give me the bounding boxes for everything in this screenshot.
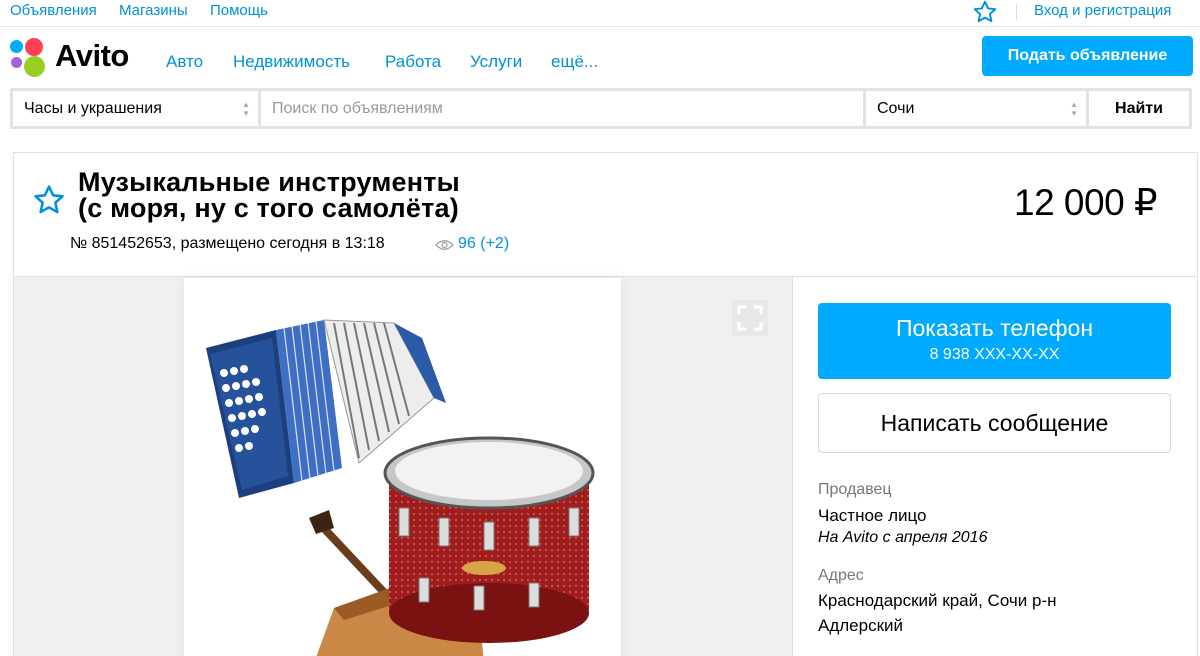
logo-dot-red [25, 38, 43, 56]
logo-text: Avito [55, 38, 129, 73]
category-value: Часы и украшения [24, 100, 162, 117]
nav-auto[interactable]: Авто [166, 52, 203, 72]
search-input[interactable]: Поиск по объявлениям [261, 91, 863, 126]
write-message-button[interactable]: Написать сообщение [818, 393, 1171, 453]
listing-price: 12 000 ₽ [1014, 182, 1158, 223]
favorite-star-icon[interactable] [32, 183, 66, 217]
listing-meta: № 851452653, размещено сегодня в 13:18 [70, 235, 385, 252]
logo-dot-green [24, 56, 45, 77]
city-select[interactable]: Сочи ▲ ▼ [866, 91, 1086, 126]
logo-dot-purple [11, 57, 22, 68]
listing-title: Музыкальные инструменты (с моря, ну с то… [78, 167, 598, 223]
logo-dot-blue [10, 40, 23, 53]
seller-since: На Avito с апреля 2016 [818, 529, 988, 546]
seller-name[interactable]: Частное лицо [818, 506, 927, 526]
login-link[interactable]: Вход и регистрация [1034, 2, 1171, 19]
search-placeholder: Поиск по объявлениям [272, 100, 443, 117]
top-link-ads[interactable]: Объявления [10, 2, 97, 19]
listing-card: Музыкальные инструменты (с моря, ну с то… [13, 152, 1198, 656]
seller-label: Продавец [818, 481, 892, 498]
show-phone-label: Показать телефон [895, 315, 1094, 341]
select-arrows-icon: ▲ ▼ [1070, 100, 1078, 118]
select-arrows-icon: ▲ ▼ [242, 100, 250, 118]
phone-masked: 8 938 XXX-XX-XX [929, 346, 1060, 363]
listing-header: Музыкальные инструменты (с моря, ну с то… [14, 153, 1197, 277]
title-line-1: Музыкальные инструменты [78, 167, 460, 197]
expand-icon [737, 305, 763, 331]
views-count: 96 (+2) [458, 235, 510, 252]
nav-more[interactable]: ещё... [551, 52, 598, 72]
post-ad-button[interactable]: Подать объявление [982, 36, 1193, 76]
top-link-help[interactable]: Помощь [210, 2, 268, 19]
address-label: Адрес [818, 567, 864, 584]
title-line-2: (с моря, ну с того самолёта) [78, 193, 459, 223]
listing-photo[interactable] [184, 278, 621, 656]
sidebar-divider [792, 277, 793, 656]
eye-icon [435, 240, 454, 250]
top-bar: Объявления Магазины Помощь Вход и регист… [0, 0, 1200, 27]
address-line-2: Адлерский [818, 616, 904, 635]
instruments-image [206, 319, 595, 656]
city-value: Сочи [877, 100, 915, 117]
expand-photo-button[interactable] [732, 300, 768, 336]
find-button[interactable]: Найти [1089, 91, 1189, 126]
avito-logo[interactable]: Avito [10, 38, 150, 78]
nav-realty[interactable]: Недвижимость [233, 52, 350, 72]
nav-jobs[interactable]: Работа [385, 52, 441, 72]
favorites-star-icon[interactable] [972, 0, 998, 25]
address-line-1: Краснодарский край, Сочи р-н [818, 591, 1057, 610]
top-link-shops[interactable]: Магазины [119, 2, 188, 19]
category-select[interactable]: Часы и украшения ▲ ▼ [13, 91, 258, 126]
top-divider [1016, 4, 1017, 20]
show-phone-button[interactable]: Показать телефон 8 938 XXX-XX-XX [818, 303, 1171, 379]
drum-graphic [383, 436, 595, 643]
nav-services[interactable]: Услуги [470, 52, 522, 72]
search-bar: Часы и украшения ▲ ▼ Поиск по объявлениям… [10, 88, 1192, 129]
